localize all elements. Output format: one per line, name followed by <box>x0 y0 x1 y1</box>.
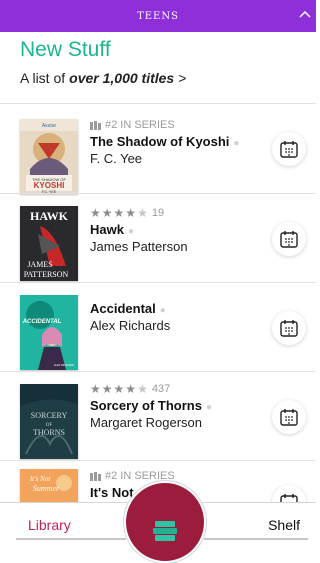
book-author[interactable]: James Patterson <box>90 239 270 254</box>
calendar-button[interactable] <box>272 400 306 434</box>
dot-icon: ● <box>127 226 135 237</box>
book-cover[interactable]: HAWK JAMES PATTERSON <box>20 206 78 281</box>
book-meta: ★ ★ ★ ★ ★ 437 Sorcery of Thorns ● Margaret Ro… <box>90 382 270 430</box>
calendar-button[interactable] <box>272 132 306 166</box>
star-icon: ★ <box>125 206 137 220</box>
cover-text: ALEX RICHARDS <box>54 364 74 367</box>
calendar-icon <box>280 494 298 502</box>
dot-icon: ● <box>233 138 240 149</box>
calendar-button[interactable] <box>272 222 306 256</box>
list-item[interactable]: Avatar THE SHADOW OF KYOSHI F.C. YEE #2 … <box>0 104 316 194</box>
subtitle-prefix: A list of <box>20 70 66 86</box>
cover-text: SORCERY <box>31 411 68 420</box>
star-icon: ★ <box>101 382 113 396</box>
center-action-button[interactable] <box>124 481 206 563</box>
book-cover[interactable]: It's Not Summer <box>20 469 78 502</box>
star-icon: ★ <box>101 206 113 220</box>
tab-underline <box>204 538 308 540</box>
tab-shelf[interactable]: Shelf <box>268 517 300 533</box>
cover-text: PATTERSON <box>24 270 69 279</box>
cover-text: Avatar <box>42 123 57 129</box>
tab-underline <box>16 538 126 540</box>
rating-count: 19 <box>151 207 165 219</box>
dot-icon: ● <box>159 305 166 316</box>
list-subtitle-link[interactable]: A list of over 1,000 titles > <box>20 70 186 86</box>
book-author[interactable]: F. C. Yee <box>90 151 270 166</box>
book-stack-icon <box>153 521 177 541</box>
calendar-icon <box>280 141 298 158</box>
list-title: New Stuff <box>20 38 111 61</box>
star-icon: ★ <box>113 382 125 396</box>
cover-text: It's Not <box>29 475 51 483</box>
cover-text: THORNS <box>33 428 65 437</box>
book-title[interactable]: Accidental ● <box>90 301 270 316</box>
book-author[interactable]: Margaret Rogerson <box>90 415 270 430</box>
cover-text: ACCIDENTAL <box>22 319 62 325</box>
calendar-button[interactable] <box>272 485 306 502</box>
book-title[interactable]: Hawk ● <box>90 222 270 237</box>
series-info: #2 IN SERIES <box>90 118 270 132</box>
star-icon: ★ <box>125 382 137 396</box>
section-title: TEENS <box>137 10 179 22</box>
rating: ★ ★ ★ ★ ★ 19 <box>90 206 270 220</box>
book-cover[interactable]: Avatar THE SHADOW OF KYOSHI F.C. YEE <box>20 119 78 194</box>
rating: ★ ★ ★ ★ ★ 437 <box>90 382 270 396</box>
book-author[interactable]: Alex Richards <box>90 318 270 333</box>
list-item[interactable]: SORCERY OF THORNS ★ ★ ★ ★ ★ 437 Sorcery of T… <box>0 372 316 461</box>
chevron-right-icon: > <box>178 70 187 86</box>
cover-text: HAWK <box>30 209 69 223</box>
series-info: #2 IN SERIES <box>90 469 270 483</box>
chevron-up-icon[interactable] <box>298 8 312 22</box>
book-cover[interactable]: ACCIDENTAL ALEX RICHARDS <box>20 295 78 370</box>
star-rating: ★ ★ ★ ★ ★ <box>90 383 148 395</box>
section-header[interactable]: TEENS <box>0 0 316 32</box>
book-title[interactable]: The Shadow of Kyoshi ● <box>90 134 270 149</box>
book-meta: ★ ★ ★ ★ ★ 19 Hawk ● James Patterson <box>90 206 270 254</box>
series-icon <box>90 120 101 130</box>
cover-text: KYOSHI <box>34 181 65 190</box>
star-rating: ★ ★ ★ ★ ★ <box>90 207 148 219</box>
series-label: #2 IN SERIES <box>105 119 175 131</box>
book-title[interactable]: Sorcery of Thorns ● <box>90 398 270 413</box>
cover-text: Summer <box>33 484 60 493</box>
half-star-icon: ★ <box>137 382 148 396</box>
rating-count: 437 <box>151 383 171 395</box>
list-item[interactable]: ACCIDENTAL ALEX RICHARDS Accidental ● Ale… <box>0 283 316 372</box>
star-icon: ★ <box>90 206 101 220</box>
dot-icon: ● <box>205 402 213 413</box>
book-meta: Accidental ● Alex Richards <box>90 299 270 333</box>
tab-library[interactable]: Library <box>28 517 71 533</box>
calendar-button[interactable] <box>272 311 306 345</box>
subtitle-count: over 1,000 titles <box>69 70 175 86</box>
list-item[interactable]: HAWK JAMES PATTERSON ★ ★ ★ ★ ★ 19 Hawk ● Jame… <box>0 194 316 283</box>
star-icon: ★ <box>113 206 125 220</box>
cover-text: JAMES <box>27 260 52 269</box>
calendar-icon <box>280 409 298 426</box>
series-icon <box>90 471 101 481</box>
half-star-icon: ★ <box>137 206 148 220</box>
calendar-icon <box>280 320 298 337</box>
star-icon: ★ <box>90 382 101 396</box>
calendar-icon <box>280 231 298 248</box>
book-meta: #2 IN SERIES The Shadow of Kyoshi ● F. C.… <box>90 118 270 166</box>
book-cover[interactable]: SORCERY OF THORNS <box>20 384 78 459</box>
